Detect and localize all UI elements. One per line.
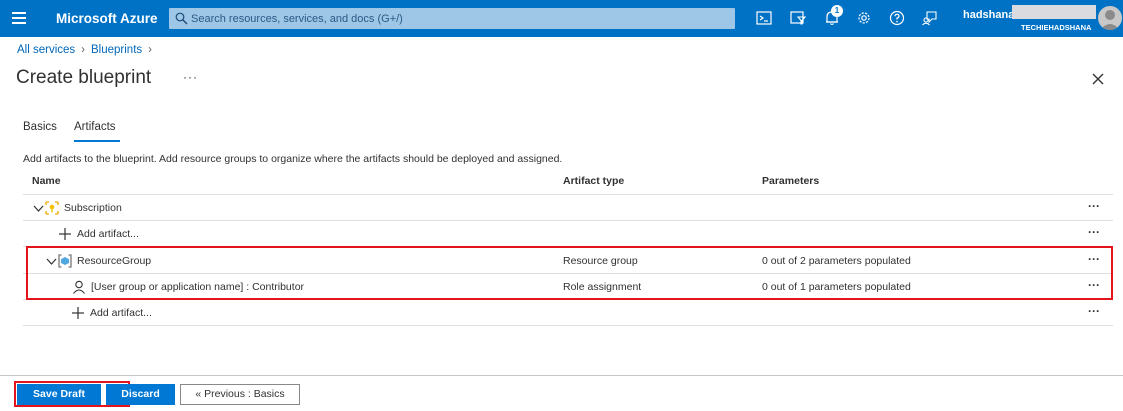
chevron-down-icon[interactable]: [33, 205, 44, 213]
tab-basics[interactable]: Basics: [23, 121, 57, 133]
row-divider: [23, 325, 1113, 326]
breadcrumb-chevron-icon: ›: [148, 44, 152, 56]
row-type: Resource group: [563, 255, 638, 267]
breadcrumb-chevron-icon: ›: [81, 44, 85, 56]
feedback-icon[interactable]: [921, 9, 939, 27]
column-header-parameters: Parameters: [762, 175, 820, 187]
search-box[interactable]: [169, 8, 735, 29]
add-artifact-link[interactable]: Add artifact...: [90, 307, 152, 319]
resource-group-icon: [58, 254, 72, 268]
add-artifact-link[interactable]: Add artifact...: [77, 228, 139, 240]
search-icon: [175, 12, 188, 25]
directory-filter-icon[interactable]: [789, 9, 807, 27]
row-divider: [23, 220, 1113, 221]
row-name-role-assignment: [User group or application name] : Contr…: [91, 281, 305, 293]
brand-title[interactable]: Microsoft Azure: [56, 11, 158, 26]
plus-icon[interactable]: [59, 228, 71, 240]
subscription-key-icon: [45, 201, 59, 215]
previous-basics-button[interactable]: « Previous : Basics: [180, 384, 300, 405]
tenant-name: TECHIEHADSHANA: [1021, 23, 1092, 32]
close-icon[interactable]: [1091, 72, 1105, 86]
page-more-menu-icon[interactable]: ···: [183, 70, 198, 84]
row-more-menu-icon[interactable]: ···: [1088, 199, 1100, 213]
search-input[interactable]: [191, 8, 731, 29]
notification-badge: 1: [831, 5, 843, 17]
row-divider: [23, 299, 1113, 300]
person-icon: [73, 280, 85, 294]
row-name-resourcegroup: ResourceGroup: [77, 255, 152, 267]
table-header-divider: [23, 194, 1113, 195]
column-header-artifact-type: Artifact type: [563, 175, 625, 187]
row-divider: [23, 273, 1113, 274]
plus-icon[interactable]: [72, 307, 84, 319]
row-parameters: 0 out of 2 parameters populated: [762, 255, 911, 267]
row-divider: [23, 246, 1113, 247]
help-icon[interactable]: [888, 9, 906, 27]
artifacts-description: Add artifacts to the blueprint. Add reso…: [23, 153, 563, 165]
top-bar: Microsoft Azure 1 hadsha: [0, 0, 1123, 37]
row-parameters: 0 out of 1 parameters populated: [762, 281, 911, 293]
breadcrumb-blueprints[interactable]: Blueprints: [91, 44, 142, 56]
column-header-name: Name: [32, 175, 61, 187]
row-more-menu-icon[interactable]: ···: [1088, 252, 1100, 266]
row-more-menu-icon[interactable]: ···: [1088, 225, 1100, 239]
row-more-menu-icon[interactable]: ···: [1088, 278, 1100, 292]
breadcrumb: All services › Blueprints ›: [17, 44, 158, 56]
redacted-user-block: [1012, 5, 1096, 19]
row-type: Role assignment: [563, 281, 642, 293]
active-tab-indicator: [74, 140, 120, 142]
breadcrumb-all-services[interactable]: All services: [17, 44, 75, 56]
save-draft-button[interactable]: Save Draft: [17, 384, 101, 405]
avatar[interactable]: [1098, 6, 1122, 30]
settings-gear-icon[interactable]: [855, 9, 873, 27]
tab-artifacts[interactable]: Artifacts: [74, 121, 116, 133]
row-more-menu-icon[interactable]: ···: [1088, 304, 1100, 318]
footer-divider: [0, 375, 1123, 376]
cloud-shell-icon[interactable]: [755, 9, 773, 27]
page-title: Create blueprint: [16, 67, 152, 88]
row-name-subscription: Subscription: [64, 202, 122, 214]
user-avatar-icon: [1100, 10, 1120, 30]
user-name[interactable]: hadshana: [963, 9, 1014, 21]
hamburger-menu-icon[interactable]: [12, 12, 26, 24]
discard-button[interactable]: Discard: [106, 384, 175, 405]
chevron-down-icon[interactable]: [46, 258, 57, 266]
